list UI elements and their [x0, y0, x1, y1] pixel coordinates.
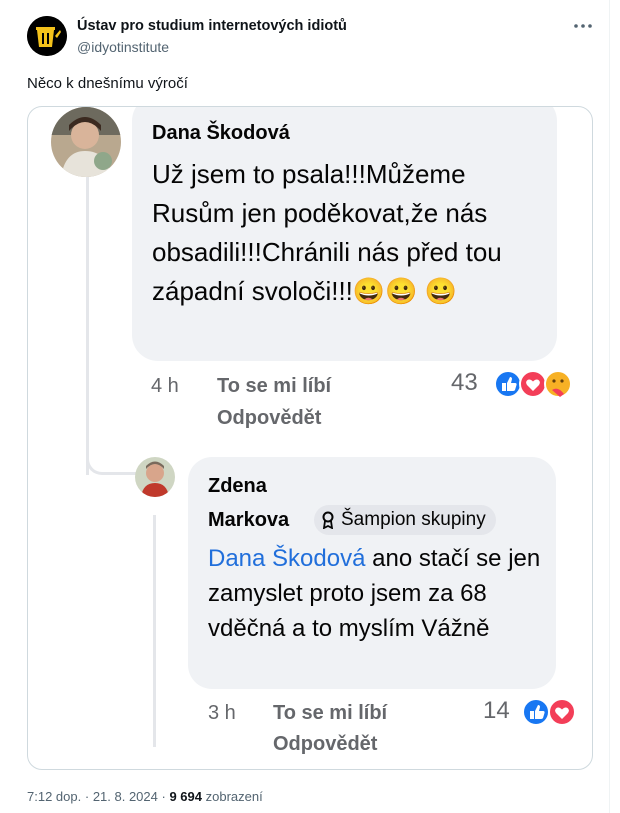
views-label: zobrazení — [205, 789, 263, 804]
footer-separator: · — [84, 789, 90, 804]
footer-separator: · — [161, 789, 166, 804]
person-photo-icon — [51, 107, 121, 177]
care-reaction-icon — [544, 370, 572, 398]
reply-reaction-count: 14 — [483, 697, 510, 724]
reply-author-first: Zdena — [208, 475, 267, 497]
reaction-icons — [494, 370, 572, 398]
reaction-count: 43 — [451, 369, 478, 396]
like-reaction-icon — [522, 698, 550, 726]
champion-badge-icon — [322, 511, 334, 529]
tweet-date[interactable]: 21. 8. 2024 — [93, 789, 158, 804]
reply-text: Dana Škodová ano stačí se jen zamyslet p… — [208, 541, 548, 646]
like-reaction-icon — [494, 370, 522, 398]
love-reaction-icon — [519, 370, 547, 398]
commenter-avatar — [51, 107, 121, 177]
comment-author: Dana Škodová — [152, 122, 290, 144]
reply-time: 3 h — [208, 702, 236, 724]
reply-link: Odpovědět — [217, 407, 322, 429]
thread-line-reply — [153, 515, 156, 747]
tweet-text: Něco k dnešnímu výročí — [27, 75, 188, 92]
tweet-footer: 7:12 dop. · 21. 8. 2024 · 9 694 zobrazen… — [27, 789, 263, 804]
reply-bubble: Zdena Markova Šampion skupiny Dana Škodo… — [188, 457, 556, 689]
author-name[interactable]: Ústav pro studium internetových idiotů — [77, 18, 347, 34]
column-border — [609, 0, 610, 813]
author-handle[interactable]: @idyotinstitute — [77, 39, 169, 55]
reply-avatar — [135, 457, 175, 497]
more-dots-icon — [574, 24, 592, 28]
tweet-time[interactable]: 7:12 dop. — [27, 789, 81, 804]
thread-connector — [86, 417, 136, 475]
reply-author-last: Markova — [208, 509, 290, 531]
author-avatar[interactable] — [27, 16, 67, 56]
reply-like-link: To se mi líbí — [273, 702, 388, 724]
mention-link: Dana Škodová — [208, 545, 366, 572]
comment-text: Už jsem to psala!!!Můžeme Rusům jen podě… — [152, 159, 502, 306]
badge-label: Šampion skupiny — [341, 509, 486, 530]
comment-time: 4 h — [151, 375, 179, 397]
trash-bin-logo-icon — [27, 16, 67, 56]
person-photo-icon — [135, 457, 175, 497]
attached-image[interactable]: Dana Škodová Už jsem to psala!!!Můžeme R… — [27, 106, 593, 770]
reply-reply-link: Odpovědět — [273, 733, 378, 755]
group-champion-badge: Šampion skupiny — [314, 505, 496, 535]
reply-reaction-icons — [522, 698, 576, 726]
comment-bubble: Dana Škodová Už jsem to psala!!!Můžeme R… — [132, 107, 557, 361]
more-button[interactable] — [572, 16, 594, 36]
love-reaction-icon — [548, 698, 576, 726]
like-link: To se mi líbí — [217, 375, 332, 397]
views-count: 9 694 — [169, 789, 203, 804]
